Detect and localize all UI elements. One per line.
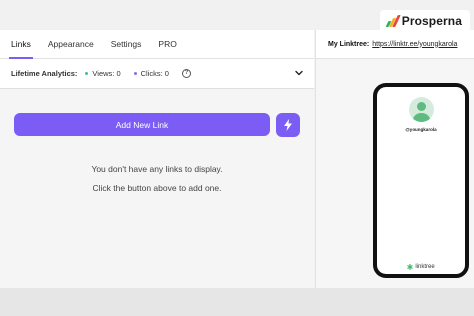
empty-state-message: You don't have any links to display. <box>91 164 223 174</box>
tab-appearance[interactable]: Appearance <box>48 30 94 59</box>
prosperna-logo-icon <box>385 15 401 27</box>
tab-bar: Links Appearance Settings PRO <box>0 30 314 59</box>
preview-panel: My Linktree: https://linktr.ee/youngkaro… <box>315 30 474 288</box>
chevron-down-icon[interactable] <box>295 69 303 77</box>
analytics-bar[interactable]: Lifetime Analytics: Views: 0 Clicks: 0 ? <box>0 59 314 89</box>
linktree-footer-text: linktree <box>415 264 435 270</box>
editor-panel: Links Appearance Settings PRO Lifetime A… <box>0 30 314 288</box>
clicks-dot-icon <box>133 72 137 75</box>
brand-logo: Prosperna <box>379 10 470 32</box>
tab-pro[interactable]: PRO <box>158 30 176 59</box>
clicks-stat: Clicks: 0 <box>133 69 169 78</box>
views-count: Views: 0 <box>92 69 121 78</box>
avatar <box>409 97 434 122</box>
add-new-link-button[interactable]: Add New Link <box>14 113 270 136</box>
bottom-strip <box>0 288 474 316</box>
tab-links[interactable]: Links <box>9 30 33 59</box>
my-linktree-label: My Linktree: <box>328 40 370 48</box>
brand-name: Prosperna <box>401 14 462 28</box>
help-icon[interactable]: ? <box>181 69 191 78</box>
clicks-count: Clicks: 0 <box>140 69 169 78</box>
profile-handle: @youngkarola <box>405 127 437 132</box>
views-stat: Views: 0 <box>85 69 121 78</box>
lightning-icon <box>284 119 292 131</box>
tab-settings[interactable]: Settings <box>111 30 142 59</box>
linktree-logo-icon <box>407 264 414 270</box>
linktree-url-link[interactable]: https://linktr.ee/youngkarola <box>372 41 457 48</box>
analytics-label: Lifetime Analytics: <box>11 69 78 78</box>
my-linktree-bar: My Linktree: https://linktr.ee/youngkaro… <box>316 30 474 59</box>
add-link-row: Add New Link <box>14 113 300 137</box>
top-bar: Prosperna <box>0 0 474 32</box>
empty-state-hint: Click the button above to add one. <box>92 183 222 193</box>
phone-preview: @youngkarola linktree <box>373 83 469 278</box>
linktree-footer: linktree <box>377 264 465 270</box>
views-dot-icon <box>85 72 89 75</box>
quick-add-button[interactable] <box>276 113 300 137</box>
